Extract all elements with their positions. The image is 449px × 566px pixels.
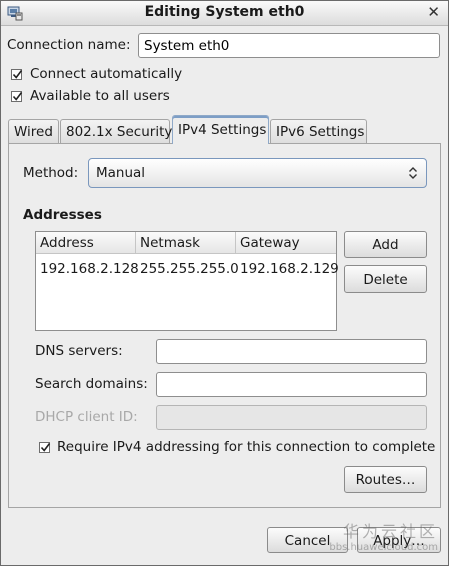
routes-label: Routes… (355, 472, 416, 488)
netmask-cell: 255.255.255.0 (140, 261, 239, 277)
addresses-table[interactable]: Address Netmask Gateway 192.168.2.128 25… (35, 231, 339, 331)
method-dropdown[interactable]: Manual (88, 158, 427, 188)
dhcp-client-id-label: DHCP client ID: (35, 409, 138, 425)
available-all-users-label: Available to all users (30, 88, 170, 104)
tab-label: IPv4 Settings (178, 122, 267, 138)
add-label: Add (372, 237, 399, 253)
watermark-url: bbs.huaweicloud.com (329, 542, 438, 553)
tab-label: Wired (14, 124, 53, 140)
updown-arrows-icon (409, 167, 417, 179)
search-domains-label: Search domains: (35, 376, 148, 392)
tab-ipv6-settings[interactable]: IPv6 Settings (270, 119, 367, 143)
addresses-heading: Addresses (23, 207, 102, 223)
address-cell: 192.168.2.128 (40, 261, 139, 277)
column-header-netmask[interactable]: Netmask (136, 232, 236, 254)
tab-label: 802.1x Security (66, 124, 173, 140)
table-row[interactable]: 192.168.2.128 255.255.255.0 192.168.2.12… (36, 255, 339, 277)
dns-servers-label: DNS servers: (35, 343, 123, 359)
checkmark-icon (40, 443, 51, 452)
connection-name-field[interactable] (138, 33, 440, 58)
cancel-label: Cancel (284, 533, 331, 549)
require-ipv4-checkbox[interactable] (39, 442, 51, 453)
watermark: 华为云社区 bbs.huaweicloud.com (329, 518, 438, 553)
delete-label: Delete (363, 272, 408, 288)
tab-8021x-security[interactable]: 802.1x Security (60, 119, 173, 143)
available-all-users-checkbox[interactable] (11, 91, 23, 102)
gateway-cell: 192.168.2.129 (240, 261, 339, 277)
checkmark-icon (12, 92, 23, 101)
watermark-title: 华为云社区 (342, 522, 438, 541)
method-label: Method: (23, 165, 79, 181)
checkmark-icon (12, 70, 23, 79)
edit-connection-dialog: Editing System eth0 ✕ Connection name: C… (0, 0, 449, 566)
add-address-button[interactable]: Add (344, 231, 427, 258)
tab-ipv4-settings[interactable]: IPv4 Settings (172, 115, 269, 144)
tab-label: IPv6 Settings (276, 124, 365, 140)
search-domains-field[interactable] (156, 372, 427, 397)
connection-name-label: Connection name: (7, 37, 131, 53)
dns-servers-field[interactable] (156, 339, 427, 364)
column-header-address[interactable]: Address (36, 232, 136, 254)
close-icon[interactable]: ✕ (427, 4, 440, 20)
connect-automatically-checkbox[interactable] (11, 69, 23, 80)
delete-address-button[interactable]: Delete (344, 265, 427, 293)
routes-button[interactable]: Routes… (344, 466, 427, 493)
connect-automatically-label: Connect automatically (30, 66, 183, 82)
method-value: Manual (96, 165, 146, 181)
dhcp-client-id-field (156, 405, 427, 430)
window-title: Editing System eth0 (144, 4, 305, 20)
tab-wired[interactable]: Wired (8, 119, 59, 143)
title-bar[interactable]: Editing System eth0 ✕ (1, 1, 448, 26)
require-ipv4-label: Require IPv4 addressing for this connect… (57, 439, 436, 455)
column-header-gateway[interactable]: Gateway (236, 232, 336, 254)
